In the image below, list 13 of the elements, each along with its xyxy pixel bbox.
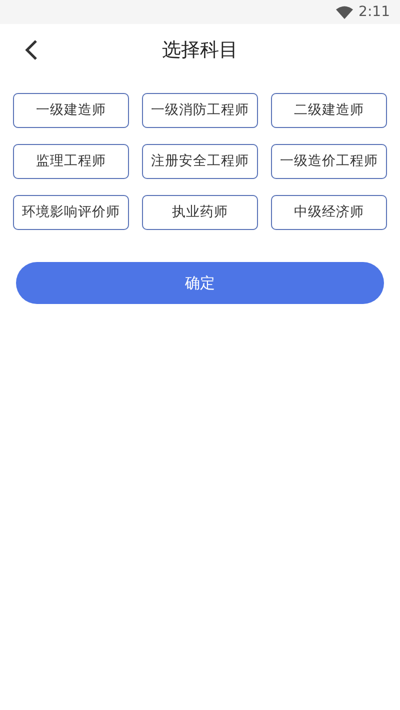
subject-option[interactable]: 中级经济师 bbox=[271, 195, 387, 230]
wifi-icon bbox=[336, 6, 353, 18]
subject-option[interactable]: 一级建造师 bbox=[13, 93, 129, 128]
subject-option[interactable]: 执业药师 bbox=[142, 195, 258, 230]
subject-option[interactable]: 监理工程师 bbox=[13, 144, 129, 179]
page-title: 选择科目 bbox=[162, 38, 238, 63]
status-time: 2:11 bbox=[358, 2, 390, 22]
subject-option[interactable]: 一级造价工程师 bbox=[271, 144, 387, 179]
subject-option[interactable]: 注册安全工程师 bbox=[142, 144, 258, 179]
subject-option[interactable]: 一级消防工程师 bbox=[142, 93, 258, 128]
subject-option[interactable]: 环境影响评价师 bbox=[13, 195, 129, 230]
subject-option[interactable]: 二级建造师 bbox=[271, 93, 387, 128]
confirm-button[interactable]: 确定 bbox=[16, 262, 384, 304]
